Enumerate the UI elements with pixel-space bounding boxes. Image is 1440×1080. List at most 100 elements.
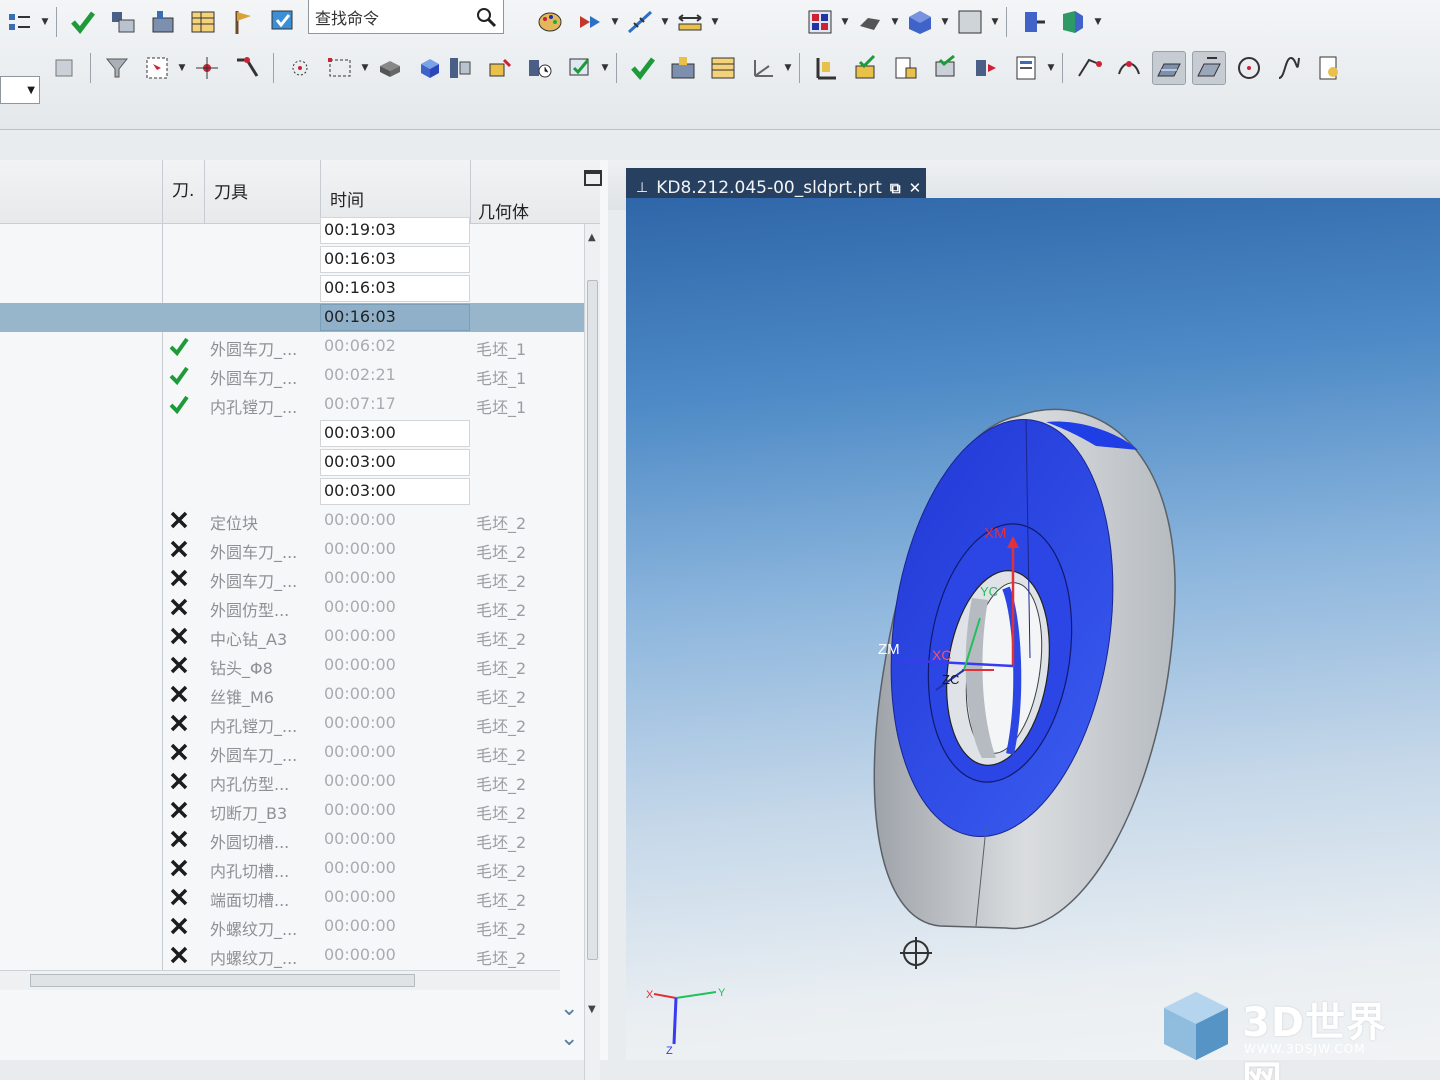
table-row[interactable]: 切断刀_B3 00:00:00 毛坯_2 [0, 796, 584, 825]
dropdown-arrow-icon[interactable]: ▼ [177, 51, 187, 85]
export-icon[interactable] [1312, 51, 1346, 85]
table-row[interactable]: 丝锥_M6 00:00:00 毛坯_2 [0, 680, 584, 709]
verify-icon[interactable] [266, 5, 300, 39]
dropdown-arrow-icon[interactable]: ▼ [940, 5, 950, 39]
crosshair-icon[interactable] [283, 51, 317, 85]
tool-create-icon[interactable] [443, 51, 477, 85]
table-row[interactable]: 外圆车刀_... 00:06:02 毛坯_1 [0, 332, 584, 361]
tool-library-icon[interactable] [106, 5, 140, 39]
snap-plane-icon[interactable] [1152, 51, 1186, 85]
vertical-scrollbar[interactable]: ▲ ▼ [584, 224, 600, 1080]
column-divider[interactable] [204, 160, 205, 224]
dropdown-arrow-icon[interactable]: ▼ [783, 51, 793, 85]
operation-table-icon[interactable] [186, 5, 220, 39]
table-row[interactable]: 00:19:03 [0, 216, 584, 245]
dropdown-arrow-icon[interactable]: ▼ [610, 5, 620, 39]
move-icon[interactable] [1016, 5, 1050, 39]
table-row[interactable]: 00:16:03 [0, 274, 584, 303]
table-row[interactable]: 00:03:00 [0, 477, 584, 506]
cube-icon[interactable] [903, 5, 937, 39]
table-row[interactable]: 定位块 00:00:00 毛坯_2 [0, 506, 584, 535]
program-order-icon[interactable] [3, 5, 37, 39]
rotate-point-icon[interactable] [900, 937, 932, 969]
table-row[interactable]: 内孔镗刀_... 00:00:00 毛坯_2 [0, 709, 584, 738]
list-output-icon[interactable] [889, 51, 923, 85]
column-header-time[interactable]: 时间 [330, 186, 364, 211]
tool-path-icon[interactable] [483, 51, 517, 85]
dropdown-arrow-icon[interactable]: ▼ [840, 5, 850, 39]
report-icon[interactable] [1009, 51, 1043, 85]
table-row[interactable]: 00:16:03 [0, 303, 584, 332]
time-icon[interactable] [523, 51, 557, 85]
geometry-icon[interactable] [146, 5, 180, 39]
table-row[interactable]: 内螺纹刀_... 00:00:00 毛坯_2 [0, 941, 584, 970]
dropdown-arrow-icon[interactable]: ▼ [1093, 5, 1103, 39]
table-row[interactable]: 00:16:03 [0, 245, 584, 274]
snap-midpoint-icon[interactable] [1112, 51, 1146, 85]
dropdown-arrow-icon[interactable]: ▼ [360, 51, 370, 85]
column-divider[interactable] [470, 160, 471, 224]
dropdown-arrow-icon[interactable]: ▼ [660, 5, 670, 39]
table-row[interactable]: 外圆仿型... 00:00:00 毛坯_2 [0, 593, 584, 622]
box-select-icon[interactable] [323, 51, 357, 85]
table-row[interactable]: 外圆车刀_... 00:00:00 毛坯_2 [0, 738, 584, 767]
shuffle-icon[interactable] [573, 5, 607, 39]
post-process-icon[interactable] [563, 51, 597, 85]
shop-doc-icon[interactable] [969, 51, 1003, 85]
scroll-up-icon[interactable]: ▲ [588, 232, 596, 243]
scroll-down-icon[interactable]: ▼ [588, 1004, 596, 1015]
dropdown-arrow-icon[interactable]: ▼ [40, 5, 50, 39]
coordinate-icon[interactable] [746, 51, 780, 85]
dropdown-arrow-icon[interactable]: ▼ [1046, 51, 1056, 85]
dropdown-arrow-icon[interactable]: ▼ [710, 5, 720, 39]
chevron-down-icon[interactable]: ⌄ [560, 996, 578, 1021]
table-row[interactable]: 端面切槽... 00:00:00 毛坯_2 [0, 883, 584, 912]
measure-icon[interactable] [673, 5, 707, 39]
float-window-icon[interactable]: ⧉ [890, 179, 901, 197]
table-row[interactable]: 钻头_Φ8 00:00:00 毛坯_2 [0, 651, 584, 680]
machine-tool-icon[interactable] [666, 51, 700, 85]
table-row[interactable]: 00:03:00 [0, 448, 584, 477]
check-icon[interactable] [66, 5, 100, 39]
table-row[interactable]: 外螺纹刀_... 00:00:00 毛坯_2 [0, 912, 584, 941]
shaded-view-icon[interactable] [853, 5, 887, 39]
column-divider[interactable] [320, 160, 321, 224]
table-row[interactable]: 中心钻_A3 00:00:00 毛坯_2 [0, 622, 584, 651]
operation-list-icon[interactable] [706, 51, 740, 85]
search-icon[interactable] [475, 6, 497, 28]
dropdown-arrow-icon[interactable]: ▼ [600, 51, 610, 85]
body-icon[interactable] [373, 51, 407, 85]
curve-icon[interactable] [1272, 51, 1306, 85]
generate-check-icon[interactable] [626, 51, 660, 85]
horizontal-scrollbar[interactable] [0, 970, 560, 990]
table-row[interactable]: 外圆切槽... 00:00:00 毛坯_2 [0, 825, 584, 854]
background-icon[interactable] [953, 5, 987, 39]
table-row[interactable]: 内孔切槽... 00:00:00 毛坯_2 [0, 854, 584, 883]
close-icon[interactable]: ✕ [909, 179, 922, 197]
scrollbar-thumb[interactable] [30, 974, 415, 987]
palette-icon[interactable] [533, 5, 567, 39]
flag-icon[interactable] [226, 5, 260, 39]
command-search-field[interactable]: 查找命令 [308, 0, 504, 34]
chevron-down-icon[interactable]: ⌄ [560, 1026, 578, 1051]
tool-check-icon[interactable] [849, 51, 883, 85]
part-model[interactable]: XM ZM XC YC ZC X Y Z [626, 198, 1440, 1060]
column-header-tool-number[interactable]: 刀. [172, 176, 194, 201]
section-icon[interactable] [1056, 5, 1090, 39]
table-row[interactable]: 内孔镗刀_... 00:07:17 毛坯_1 [0, 390, 584, 419]
graphics-viewport[interactable]: XM ZM XC YC ZC X Y Z [626, 198, 1440, 1060]
snap-endpoint-icon[interactable] [1072, 51, 1106, 85]
point-snap-icon[interactable] [190, 51, 224, 85]
ruler-icon[interactable] [623, 5, 657, 39]
table-row[interactable]: 外圆车刀_... 00:00:00 毛坯_2 [0, 564, 584, 593]
table-row[interactable]: 外圆车刀_... 00:00:00 毛坯_2 [0, 535, 584, 564]
filter-icon[interactable] [100, 51, 134, 85]
table-row[interactable]: 内孔仿型... 00:00:00 毛坯_2 [0, 767, 584, 796]
table-row[interactable]: 外圆车刀_... 00:02:21 毛坯_1 [0, 361, 584, 390]
selection-icon[interactable] [140, 51, 174, 85]
snap-surface-icon[interactable] [1192, 51, 1226, 85]
table-row[interactable]: 00:03:00 [0, 419, 584, 448]
edge-snap-icon[interactable] [230, 51, 264, 85]
column-header-tool[interactable]: 刀具 [214, 178, 248, 203]
snap-icon[interactable] [47, 51, 81, 85]
